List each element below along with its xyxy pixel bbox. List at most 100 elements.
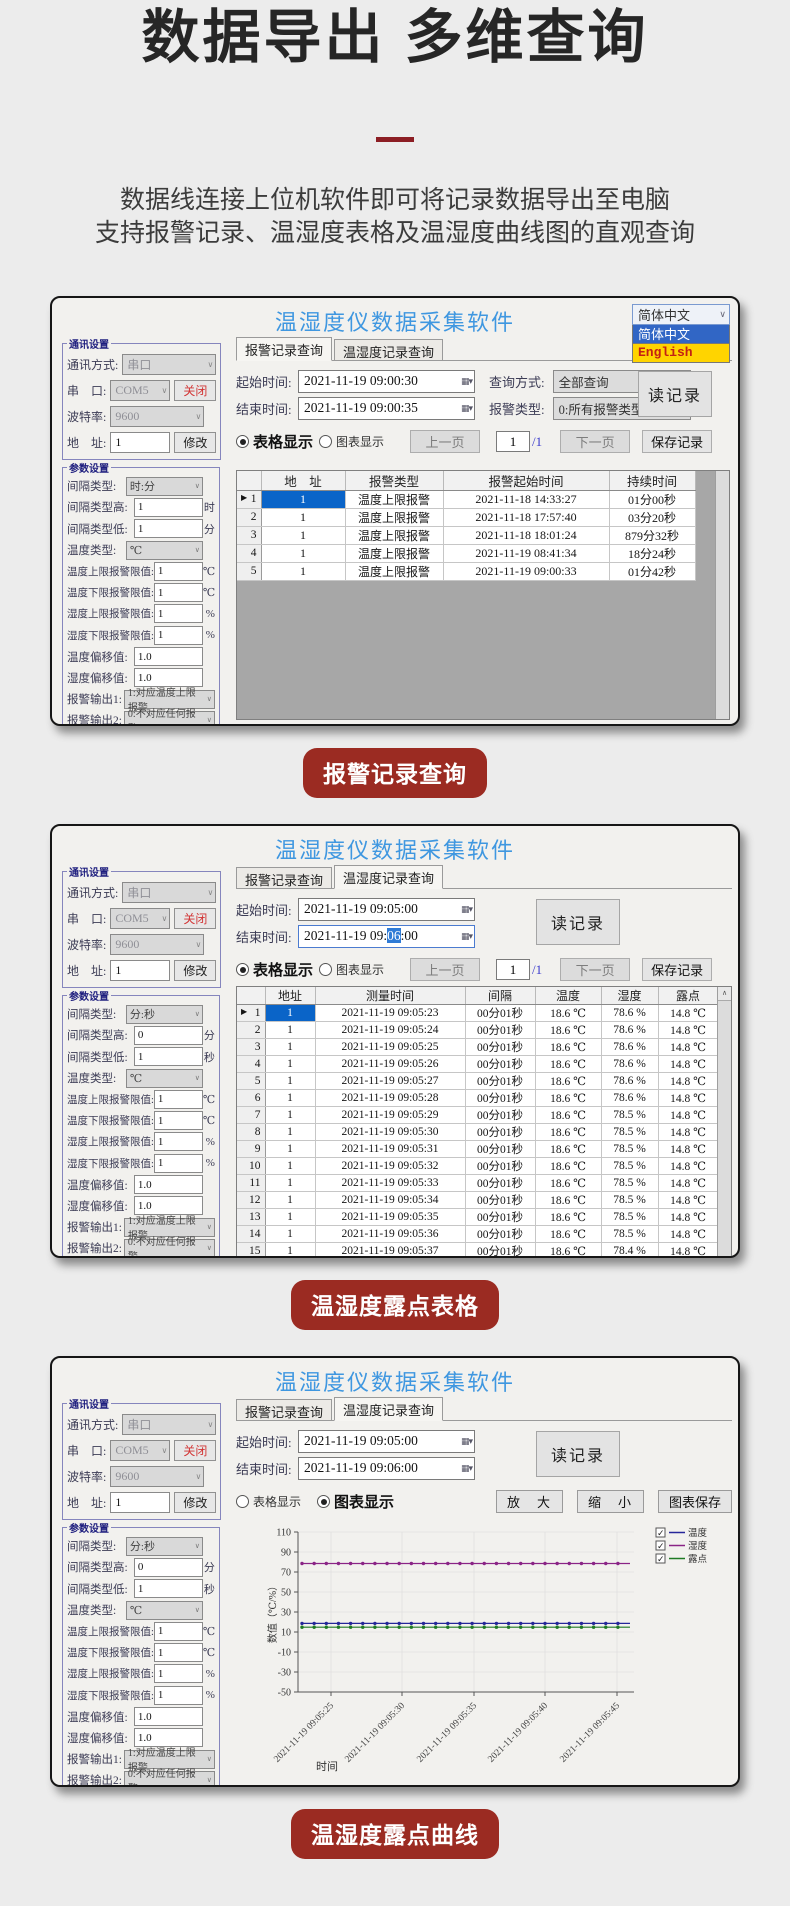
save-records-button[interactable]: 保存记录	[642, 958, 712, 981]
table-cell[interactable]: 18.6 ℃	[535, 1242, 601, 1258]
row-number-cell[interactable]: 3	[237, 526, 261, 544]
table-cell[interactable]: 1	[265, 1106, 315, 1123]
text-input[interactable]: 1.0	[134, 1707, 203, 1726]
table-cell[interactable]: 78.5 %	[601, 1157, 658, 1174]
text-input[interactable]: 1	[110, 432, 170, 453]
modify-address-button[interactable]: 修改	[174, 1492, 216, 1513]
text-input[interactable]: 1	[154, 1132, 203, 1151]
table-cell[interactable]: 1	[261, 490, 345, 508]
table-scrollbar[interactable]: ∧	[717, 987, 731, 1258]
start-time-input[interactable]: 2021-11-19 09:05:00 ▦▾	[298, 1430, 475, 1453]
table-cell[interactable]: 78.5 %	[601, 1140, 658, 1157]
row-number-cell[interactable]: 5	[237, 1072, 265, 1089]
table-cell[interactable]: 14.8 ℃	[658, 1038, 718, 1055]
table-row[interactable]: 1412021-11-19 09:05:3600分01秒18.6 ℃78.5 %…	[237, 1225, 718, 1242]
table-cell[interactable]: 2021-11-19 09:05:35	[315, 1208, 465, 1225]
table-cell[interactable]: 00分01秒	[465, 1089, 535, 1106]
table-row[interactable]: 1112021-11-19 09:05:3300分01秒18.6 ℃78.5 %…	[237, 1174, 718, 1191]
dropdown-select[interactable]: 9600∨	[110, 1466, 204, 1487]
dropdown-select[interactable]: ℃∨	[126, 1601, 203, 1620]
row-number-cell[interactable]: 14	[237, 1225, 265, 1242]
start-time-input[interactable]: 2021-11-19 09:00:30 ▦▾	[298, 370, 475, 393]
dropdown-select[interactable]: 0:不对应任何报警∨	[124, 711, 215, 726]
table-row[interactable]: 312021-11-19 09:05:2500分01秒18.6 ℃78.6 %1…	[237, 1038, 718, 1055]
text-input[interactable]: 1.0	[134, 1175, 203, 1194]
dropdown-select[interactable]: 0:不对应任何报警∨	[124, 1239, 215, 1258]
row-number-cell[interactable]: 4	[237, 544, 261, 562]
text-input[interactable]: 1.0	[134, 647, 203, 666]
dropdown-select[interactable]: 串口∨	[122, 354, 216, 375]
text-input[interactable]: 1	[154, 562, 203, 581]
table-cell[interactable]: 1	[265, 1055, 315, 1072]
table-cell[interactable]: 18.6 ℃	[535, 1004, 601, 1021]
row-number-cell[interactable]: 2	[237, 1021, 265, 1038]
dropdown-select[interactable]: COM5∨	[110, 380, 170, 401]
dropdown-select[interactable]: COM5∨	[110, 1440, 170, 1461]
table-cell[interactable]: 18.6 ℃	[535, 1123, 601, 1140]
table-cell[interactable]: 14.8 ℃	[658, 1106, 718, 1123]
read-records-button[interactable]: 读记录	[536, 899, 620, 945]
table-cell[interactable]: 879分32秒	[609, 526, 695, 544]
table-row[interactable]: 1512021-11-19 09:05:3700分01秒18.6 ℃78.4 %…	[237, 1242, 718, 1258]
table-cell[interactable]: 温度上限报警	[345, 508, 443, 526]
table-cell[interactable]: 1	[265, 1191, 315, 1208]
table-cell[interactable]: 00分01秒	[465, 1140, 535, 1157]
table-cell[interactable]: 14.8 ℃	[658, 1021, 718, 1038]
table-cell[interactable]: 00分01秒	[465, 1242, 535, 1258]
table-cell[interactable]: 1	[265, 1021, 315, 1038]
row-number-cell[interactable]: 4	[237, 1055, 265, 1072]
table-row[interactable]: 412021-11-19 09:05:2600分01秒18.6 ℃78.6 %1…	[237, 1055, 718, 1072]
table-cell[interactable]: 78.6 %	[601, 1021, 658, 1038]
table-cell[interactable]: 18.6 ℃	[535, 1191, 601, 1208]
tab-humiture-records[interactable]: 温湿度记录查询	[334, 339, 443, 360]
table-cell[interactable]: 1	[261, 526, 345, 544]
table-cell[interactable]: 18.6 ℃	[535, 1072, 601, 1089]
table-cell[interactable]: 00分01秒	[465, 1004, 535, 1021]
row-number-cell[interactable]: 8	[237, 1123, 265, 1140]
text-input[interactable]: 1	[154, 1686, 203, 1705]
table-cell[interactable]: 2021-11-19 09:05:29	[315, 1106, 465, 1123]
table-cell[interactable]: 00分01秒	[465, 1055, 535, 1072]
table-cell[interactable]: 14.8 ℃	[658, 1055, 718, 1072]
table-cell[interactable]: 78.6 %	[601, 1004, 658, 1021]
save-records-button[interactable]: 保存记录	[642, 430, 712, 453]
row-number-cell[interactable]: ▶1	[237, 490, 261, 508]
table-row[interactable]: 41温度上限报警2021-11-19 08:41:3418分24秒	[237, 544, 695, 562]
table-cell[interactable]: 00分01秒	[465, 1106, 535, 1123]
table-cell[interactable]: 2021-11-19 09:05:32	[315, 1157, 465, 1174]
table-cell[interactable]: 18.6 ℃	[535, 1038, 601, 1055]
table-row[interactable]: ▶11温度上限报警2021-11-18 14:33:2701分00秒	[237, 490, 695, 508]
modify-address-button[interactable]: 修改	[174, 960, 216, 981]
table-cell[interactable]: 1	[265, 1038, 315, 1055]
row-number-cell[interactable]: 10	[237, 1157, 265, 1174]
chart-view-radio[interactable]	[319, 435, 332, 448]
table-cell[interactable]: 1	[265, 1174, 315, 1191]
table-cell[interactable]: 2021-11-19 09:05:24	[315, 1021, 465, 1038]
table-cell[interactable]: 温度上限报警	[345, 526, 443, 544]
table-cell[interactable]: 14.8 ℃	[658, 1157, 718, 1174]
text-input[interactable]: 1	[154, 1090, 203, 1109]
table-row[interactable]: 1012021-11-19 09:05:3200分01秒18.6 ℃78.5 %…	[237, 1157, 718, 1174]
row-number-cell[interactable]: 11	[237, 1174, 265, 1191]
next-page-button[interactable]: 下一页	[560, 958, 630, 981]
table-cell[interactable]: 2021-11-19 09:05:37	[315, 1242, 465, 1258]
table-row[interactable]: ▶112021-11-19 09:05:2300分01秒18.6 ℃78.6 %…	[237, 1004, 718, 1021]
text-input[interactable]: 1	[154, 583, 203, 602]
dropdown-select[interactable]: COM5∨	[110, 908, 170, 929]
table-row[interactable]: 812021-11-19 09:05:3000分01秒18.6 ℃78.5 %1…	[237, 1123, 718, 1140]
table-cell[interactable]: 2021-11-19 09:05:27	[315, 1072, 465, 1089]
table-cell[interactable]: 2021-11-19 09:05:30	[315, 1123, 465, 1140]
end-time-input[interactable]: 2021-11-19 09:06:00 ▦▾	[298, 925, 475, 948]
text-input[interactable]: 1	[110, 1492, 170, 1513]
row-number-cell[interactable]: 7	[237, 1106, 265, 1123]
table-cell[interactable]: 1	[261, 508, 345, 526]
dropdown-select[interactable]: ℃∨	[126, 1069, 203, 1088]
table-row[interactable]: 21温度上限报警2021-11-18 17:57:4003分20秒	[237, 508, 695, 526]
table-cell[interactable]: 14.8 ℃	[658, 1140, 718, 1157]
dropdown-select[interactable]: 时:分∨	[126, 477, 203, 496]
modify-address-button[interactable]: 修改	[174, 432, 216, 453]
table-cell[interactable]: 00分01秒	[465, 1225, 535, 1242]
table-cell[interactable]: 2021-11-18 14:33:27	[443, 490, 609, 508]
dropdown-select[interactable]: 串口∨	[122, 1414, 216, 1435]
table-cell[interactable]: 78.6 %	[601, 1089, 658, 1106]
